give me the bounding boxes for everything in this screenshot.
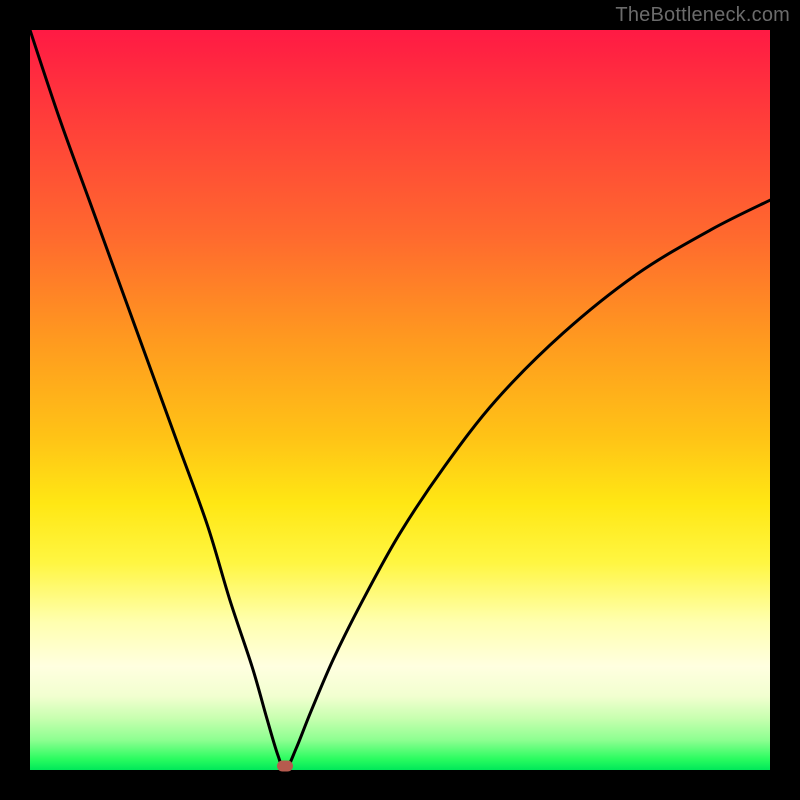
plot-area: [30, 30, 770, 770]
curve-svg: [30, 30, 770, 770]
bottleneck-curve: [30, 30, 770, 770]
optimum-marker: [277, 760, 293, 771]
watermark-text: TheBottleneck.com: [615, 4, 790, 27]
chart-frame: TheBottleneck.com: [0, 0, 800, 800]
